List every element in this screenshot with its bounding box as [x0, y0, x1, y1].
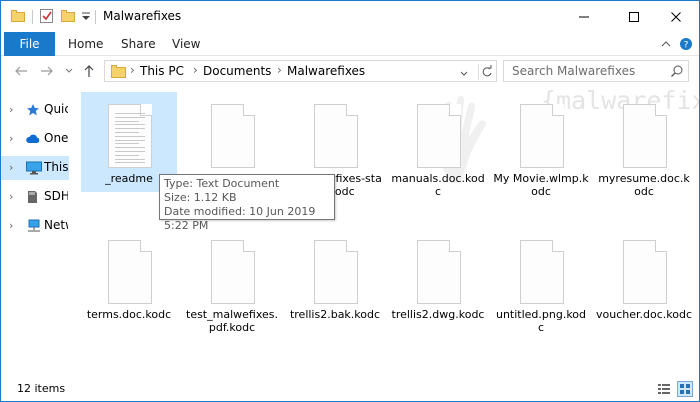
chevron-right-icon[interactable]: › — [9, 132, 13, 145]
blank-file-icon — [623, 240, 667, 304]
star-icon — [26, 103, 40, 117]
blank-file-icon — [211, 240, 255, 304]
address-bar[interactable]: › This PC › Documents › Malwarefixes — [104, 60, 497, 82]
sidebar-item-label: OneDrive — [44, 131, 68, 145]
ribbon-tabs: File Home Share View ? — [1, 32, 699, 56]
back-arrow-icon[interactable] — [11, 60, 31, 82]
folder-icon — [11, 9, 27, 23]
chevron-right-icon[interactable]: › — [9, 219, 13, 232]
svg-text:?: ? — [684, 41, 689, 51]
chevron-right-icon[interactable]: › — [9, 103, 13, 116]
cloud-icon — [26, 132, 40, 146]
file-list-content: {malwarefixes} _readmemalwarefixes-stats… — [71, 86, 699, 376]
blank-file-icon — [520, 240, 564, 304]
folder-icon — [111, 64, 127, 78]
close-button[interactable] — [653, 1, 699, 32]
window-title: Malwarefixes — [103, 9, 182, 23]
text-document-icon — [108, 104, 152, 168]
file-name: test_malwefixes.pdf.kodc — [186, 308, 278, 334]
blank-file-icon — [417, 104, 461, 168]
sidebar-item-label: This PC — [44, 160, 68, 174]
sd-card-icon — [26, 190, 40, 204]
blank-file-icon — [211, 104, 255, 168]
blank-file-icon — [314, 240, 358, 304]
search-placeholder: Search Malwarefixes — [512, 64, 636, 78]
sidebar-item-label: Quick access — [44, 102, 68, 116]
address-dropdown-chevron-icon[interactable] — [460, 67, 468, 80]
breadcrumb-documents[interactable]: Documents — [203, 64, 271, 78]
file-name: untitled.png.kodc — [495, 308, 587, 334]
minimize-button[interactable] — [561, 1, 607, 32]
monitor-icon — [26, 161, 42, 175]
file-name: terms.doc.kodc — [86, 308, 172, 321]
chevron-right-icon[interactable]: › — [9, 161, 13, 174]
help-icon[interactable]: ? — [679, 32, 693, 56]
expand-ribbon-icon[interactable] — [661, 32, 671, 56]
tab-home[interactable]: Home — [68, 32, 103, 56]
file-tooltip: Type: Text Document Size: 1.12 KB Date m… — [159, 174, 335, 232]
refresh-icon[interactable] — [478, 64, 494, 80]
file-name: voucher.doc.kodc — [596, 308, 693, 321]
blank-file-icon — [314, 104, 358, 168]
file-name: manuals.doc.kodc — [391, 172, 485, 198]
sidebar-item-quick-access[interactable]: › Quick access — [1, 98, 69, 122]
tab-file[interactable]: File — [4, 32, 55, 56]
breadcrumb-this-pc[interactable]: This PC — [140, 64, 184, 78]
chevron-right-icon[interactable]: › — [9, 190, 13, 203]
tooltip-date-modified: Date modified: 10 Jun 2019 5:22 PM — [164, 205, 316, 232]
new-folder-icon[interactable] — [61, 9, 77, 23]
file-name: trellis2.dwg.kodc — [391, 308, 485, 321]
sidebar-item-label: SDHC — [44, 189, 68, 203]
tab-view[interactable]: View — [172, 32, 200, 56]
sidebar-item-this-pc[interactable]: › This PC — [1, 156, 69, 180]
file-name: myresume.doc.kodc — [598, 172, 690, 198]
properties-check-icon[interactable] — [39, 9, 55, 23]
forward-arrow-icon[interactable] — [37, 60, 57, 82]
blank-file-icon — [417, 240, 461, 304]
tab-share[interactable]: Share — [121, 32, 156, 56]
sidebar-item-label: Network — [44, 218, 68, 232]
file-name: trellis2.bak.kodc — [289, 308, 381, 321]
sidebar-item-sdhc[interactable]: › SDHC — [1, 185, 69, 209]
status-bar: 12 items — [1, 377, 699, 401]
network-icon — [26, 219, 40, 233]
large-icons-view-icon[interactable] — [677, 381, 693, 397]
sidebar-item-onedrive[interactable]: › OneDrive — [1, 127, 69, 151]
maximize-button[interactable] — [611, 1, 657, 32]
search-input[interactable]: Search Malwarefixes — [503, 60, 689, 82]
address-row: › This PC › Documents › Malwarefixes Sea… — [1, 56, 699, 86]
navigation-pane: › Quick access › OneDrive › This PC › — [1, 86, 69, 376]
explorer-window: Malwarefixes File Home Share View ? › Th… — [0, 0, 700, 402]
tooltip-type: Type: Text Document — [164, 177, 280, 190]
blank-file-icon — [623, 104, 667, 168]
tooltip-size: Size: 1.12 KB — [164, 191, 237, 204]
blank-file-icon — [520, 104, 564, 168]
item-count: 12 items — [17, 382, 66, 395]
file-name: My Movie.wlmp.kodc — [493, 172, 589, 198]
recent-locations-chevron-icon[interactable] — [59, 60, 79, 82]
title-bar: Malwarefixes — [1, 1, 699, 32]
details-view-icon[interactable] — [656, 381, 672, 397]
breadcrumb-malwarefixes[interactable]: Malwarefixes — [287, 64, 365, 78]
customize-toolbar-icon[interactable] — [80, 9, 96, 23]
search-icon[interactable] — [670, 64, 684, 81]
sidebar-item-network[interactable]: › Network — [1, 214, 69, 238]
up-arrow-icon[interactable] — [79, 60, 99, 82]
blank-file-icon — [108, 240, 152, 304]
